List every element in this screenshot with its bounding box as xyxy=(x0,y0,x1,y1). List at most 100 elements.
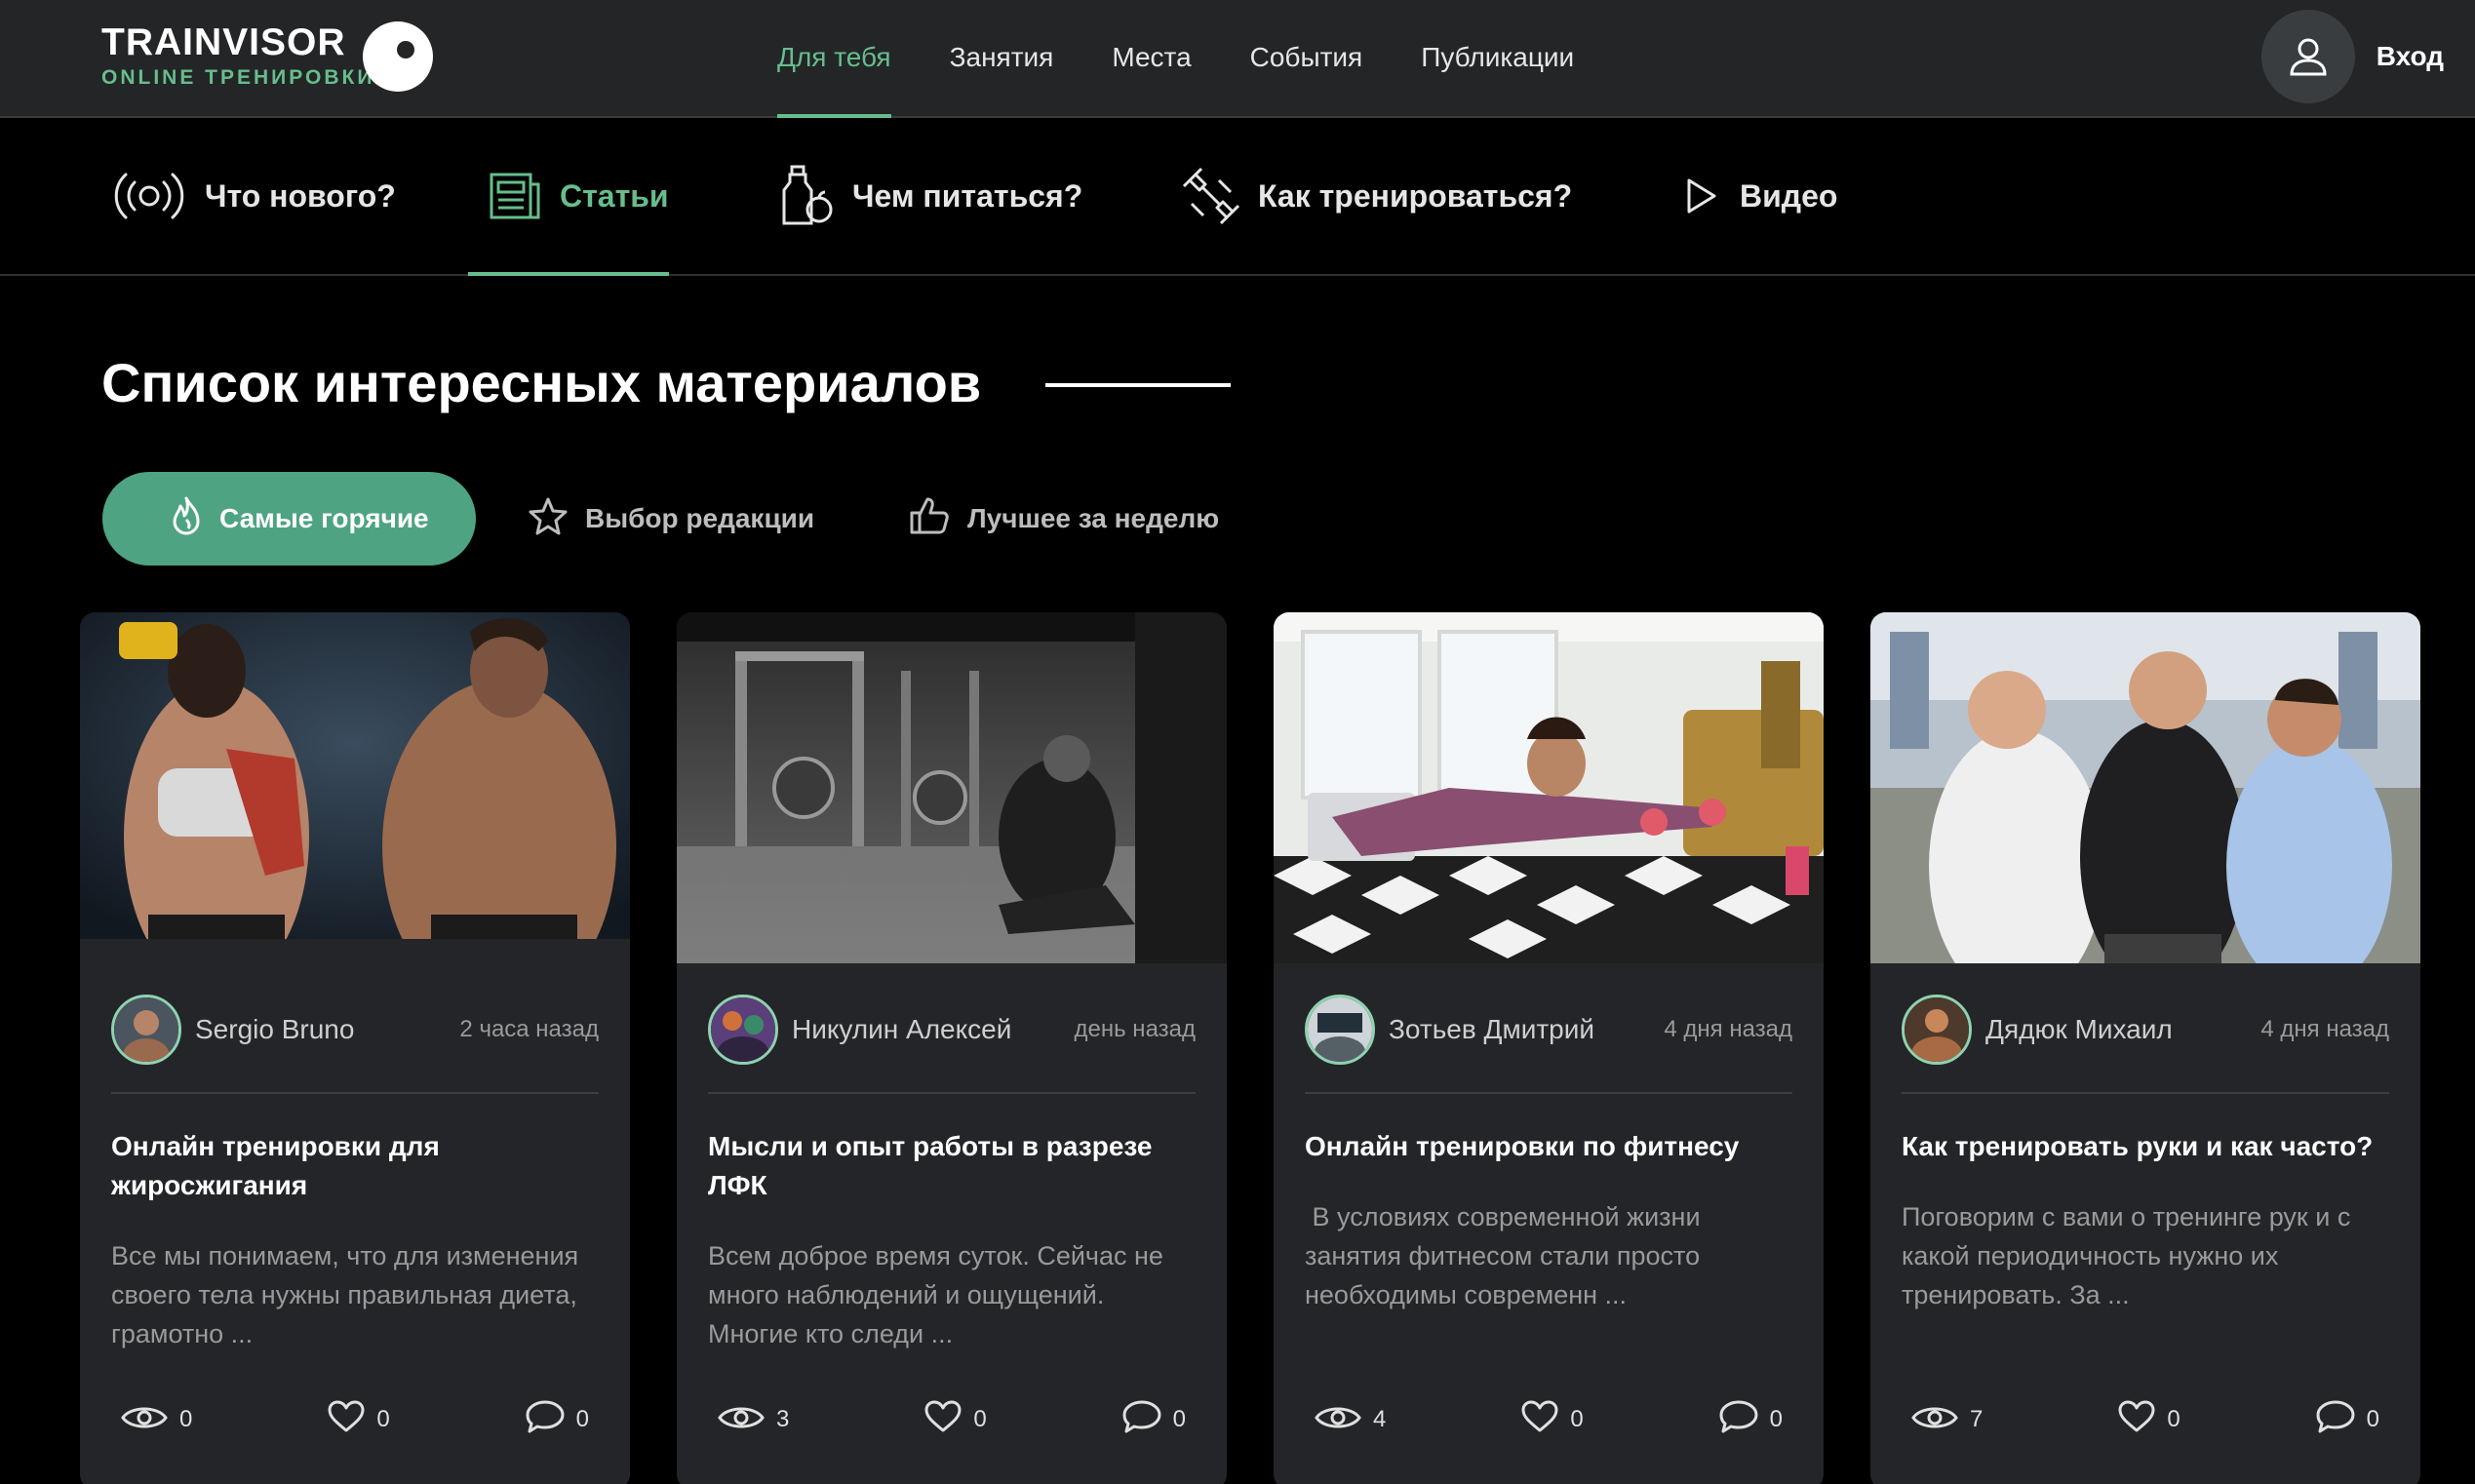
avatar[interactable] xyxy=(111,995,181,1065)
post-time: 2 часа назад xyxy=(459,1016,599,1042)
filter-label: Выбор редакции xyxy=(585,503,815,533)
likes-stat[interactable]: 0 xyxy=(328,1400,390,1440)
divider xyxy=(111,1092,599,1094)
divider xyxy=(1902,1092,2389,1094)
article-excerpt: В условиях современной жизни занятия фит… xyxy=(1305,1202,1709,1309)
heart-icon[interactable] xyxy=(328,1400,365,1440)
logo-subtitle: ONLINE ТРЕНИРОВКИ xyxy=(101,66,375,89)
user-icon[interactable] xyxy=(2260,10,2355,103)
login-label[interactable]: Вход xyxy=(2377,41,2444,72)
login-button[interactable]: Вход xyxy=(2260,10,2444,103)
nav-item-publications[interactable]: Публикации xyxy=(1421,0,1574,118)
filter-hottest-button[interactable]: Самые горячие xyxy=(102,472,476,566)
tab-training[interactable]: Как тренироваться? xyxy=(1182,118,1572,274)
eye-icon xyxy=(1315,1402,1361,1438)
tab-whats-new[interactable]: Что нового? xyxy=(111,118,396,274)
comment-icon[interactable] xyxy=(1719,1399,1758,1441)
article-title[interactable]: Онлайн тренировки по фитнесу xyxy=(1305,1127,1792,1166)
post-time: 4 дня назад xyxy=(2260,1016,2389,1042)
author-name[interactable]: Зотьев Дмитрий xyxy=(1389,1014,1664,1045)
article-image[interactable] xyxy=(677,612,1227,963)
filter-label: Самые горячие xyxy=(219,503,429,533)
comments-stat[interactable]: 0 xyxy=(2316,1399,2379,1441)
tab-video[interactable]: Видео xyxy=(1679,118,1837,274)
tab-label: Статьи xyxy=(560,177,669,214)
post-time: 4 дня назад xyxy=(1664,1016,1792,1042)
avatar[interactable] xyxy=(1902,995,1972,1065)
article-excerpt: Всем доброе время суток. Сейчас не много… xyxy=(708,1241,1163,1348)
article-stats: 0 0 0 xyxy=(121,1392,589,1447)
comment-icon[interactable] xyxy=(2316,1399,2355,1441)
comments-stat[interactable]: 0 xyxy=(526,1399,589,1441)
views-stat: 3 xyxy=(718,1402,789,1438)
author-row: Никулин Алексей день назад xyxy=(708,993,1196,1067)
likes-stat[interactable]: 0 xyxy=(924,1400,987,1440)
likes-stat[interactable]: 0 xyxy=(1521,1400,1584,1440)
author-row: Sergio Bruno 2 часа назад xyxy=(111,993,599,1067)
logo-title: TRAINVISOR xyxy=(101,21,346,63)
comment-icon[interactable] xyxy=(526,1399,565,1441)
author-row: Дядюк Михаил 4 дня назад xyxy=(1902,993,2389,1067)
views-stat: 4 xyxy=(1315,1402,1386,1438)
likes-count: 0 xyxy=(1570,1406,1584,1432)
comments-count: 0 xyxy=(2366,1406,2379,1432)
article-card[interactable]: Никулин Алексей день назад Мысли и опыт … xyxy=(677,612,1227,1484)
comment-icon[interactable] xyxy=(1122,1399,1161,1441)
logo[interactable]: TRAINVISOR ONLINE ТРЕНИРОВКИ xyxy=(101,21,374,90)
article-image[interactable] xyxy=(80,612,630,963)
article-title[interactable]: Как тренировать руки и как часто? xyxy=(1902,1127,2389,1166)
article-image[interactable] xyxy=(1870,612,2420,963)
heart-icon[interactable] xyxy=(1521,1400,1558,1440)
eye-icon xyxy=(121,1402,168,1438)
heart-icon[interactable] xyxy=(924,1400,962,1440)
thumbs-up-icon xyxy=(909,495,950,543)
likes-stat[interactable]: 0 xyxy=(2118,1400,2180,1440)
comments-stat[interactable]: 0 xyxy=(1122,1399,1186,1441)
heart-icon[interactable] xyxy=(2118,1400,2155,1440)
article-image[interactable] xyxy=(1274,612,1824,963)
likes-count: 0 xyxy=(973,1406,987,1432)
article-title[interactable]: Мысли и опыт работы в разрезе ЛФК xyxy=(708,1127,1196,1205)
nav-item-events[interactable]: События xyxy=(1250,0,1363,118)
page-title: Список интересных материалов xyxy=(101,352,982,413)
logo-mark-icon[interactable] xyxy=(363,21,433,92)
title-underline xyxy=(1045,383,1231,387)
tab-label: Чем питаться? xyxy=(852,177,1083,214)
tab-nutrition[interactable]: Чем питаться? xyxy=(780,118,1082,274)
nav-item-places[interactable]: Места xyxy=(1112,0,1191,118)
author-name[interactable]: Sergio Bruno xyxy=(195,1014,459,1045)
article-stats: 3 0 0 xyxy=(718,1392,1186,1447)
nav-item-for-you[interactable]: Для тебя xyxy=(777,0,891,118)
author-name[interactable]: Никулин Алексей xyxy=(792,1014,1075,1045)
tab-articles[interactable]: Статьи xyxy=(468,118,669,276)
tab-label: Как тренироваться? xyxy=(1258,177,1573,214)
dumbbell-icon xyxy=(1182,167,1240,225)
avatar[interactable] xyxy=(1305,995,1375,1065)
comments-count: 0 xyxy=(575,1406,589,1432)
author-name[interactable]: Дядюк Михаил xyxy=(1985,1014,2260,1045)
article-stats: 7 0 0 xyxy=(1911,1392,2379,1447)
article-card[interactable]: Sergio Bruno 2 часа назад Онлайн трениро… xyxy=(80,612,630,1484)
article-card[interactable]: Дядюк Михаил 4 дня назад Как тренировать… xyxy=(1870,612,2420,1484)
top-header: TRAINVISOR ONLINE ТРЕНИРОВКИ Для тебя За… xyxy=(0,0,2475,118)
views-count: 3 xyxy=(776,1406,790,1432)
article-title[interactable]: Онлайн тренировки для жиросжигания xyxy=(111,1127,599,1205)
play-icon xyxy=(1679,175,1722,217)
filter-best-week-button[interactable]: Лучшее за неделю xyxy=(909,472,1219,566)
article-excerpt: Все мы понимаем, что для изменения своег… xyxy=(111,1241,579,1348)
avatar[interactable] xyxy=(708,995,778,1065)
article-card[interactable]: Зотьев Дмитрий 4 дня назад Онлайн тренир… xyxy=(1274,612,1824,1484)
nutrition-icon xyxy=(780,165,835,227)
post-time: день назад xyxy=(1074,1016,1196,1042)
eye-icon xyxy=(1911,1402,1958,1438)
author-row: Зотьев Дмитрий 4 дня назад xyxy=(1305,993,1792,1067)
filter-editors-choice-button[interactable]: Выбор редакции xyxy=(529,472,814,566)
views-count: 4 xyxy=(1373,1406,1387,1432)
flame-icon xyxy=(171,496,202,542)
article-stats: 4 0 0 xyxy=(1315,1392,1783,1447)
comments-stat[interactable]: 0 xyxy=(1719,1399,1783,1441)
nav-item-classes[interactable]: Занятия xyxy=(950,0,1054,118)
article-icon xyxy=(488,169,542,223)
comments-count: 0 xyxy=(1769,1406,1783,1432)
category-nav: Что нового? Статьи Чем питаться? Как тре… xyxy=(0,118,2475,276)
